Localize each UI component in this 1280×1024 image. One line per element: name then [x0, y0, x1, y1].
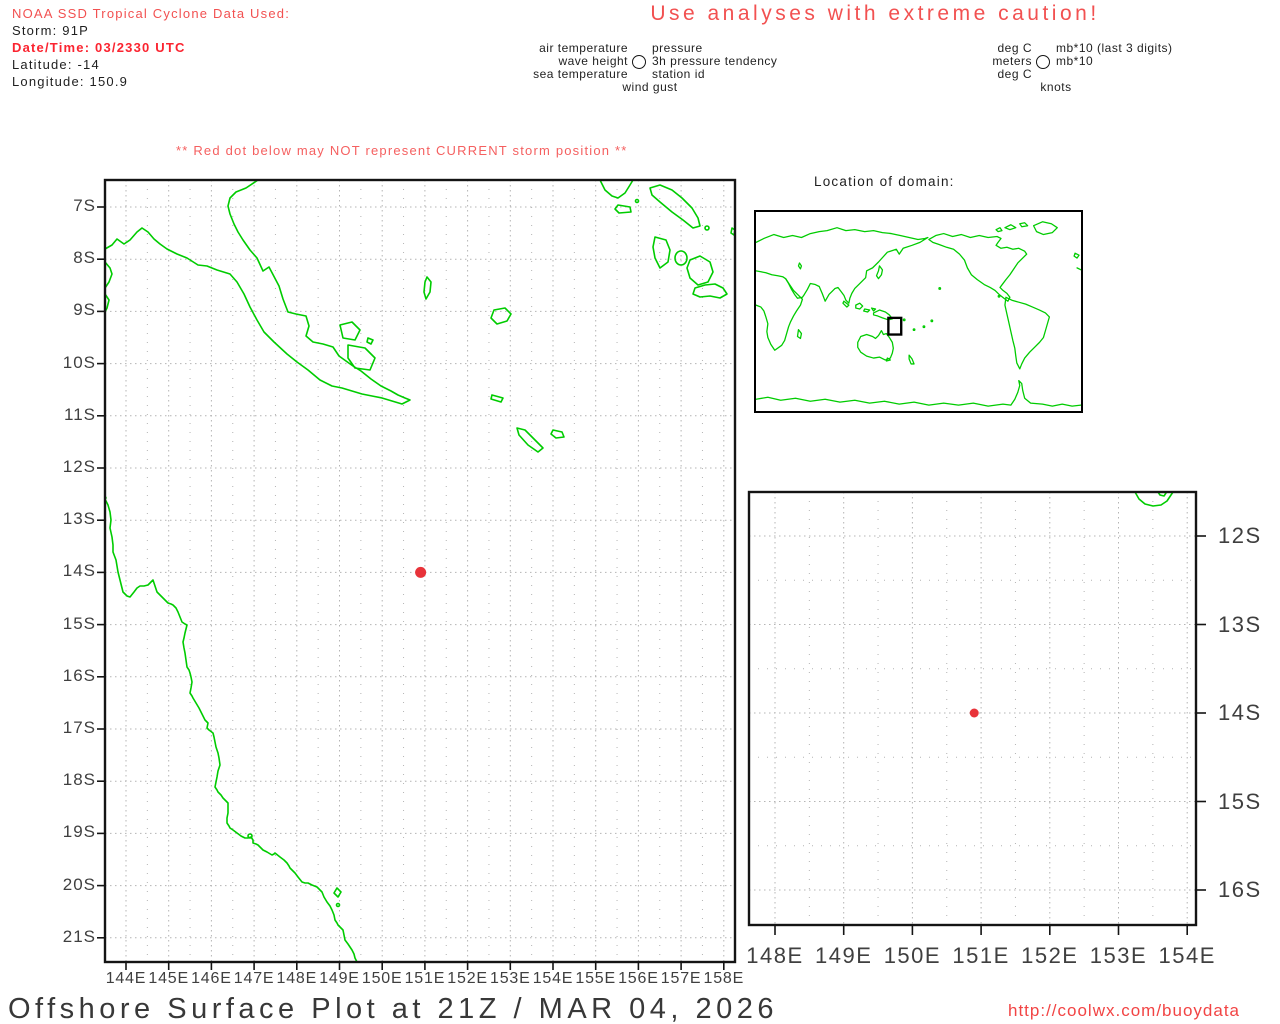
inset-map-title: Location of domain: [814, 174, 955, 189]
lat-tick-label: 21S [62, 926, 96, 946]
lat-tick-label: 7S [73, 196, 96, 215]
lat-tick-label: 10S [62, 352, 96, 372]
legend-unit-sea-temperature: deg C [997, 67, 1032, 81]
lat-tick-label: 20S [62, 874, 96, 894]
main-map [97, 178, 737, 970]
lat-tick-label: 13S [1218, 611, 1262, 637]
legend-station-id-label: station id [652, 67, 706, 81]
lon-tick-label: 150E [883, 943, 942, 968]
storm-datetime-label: Date/Time: 03/2330 UTC [12, 40, 186, 55]
lat-tick-label: 15S [62, 613, 96, 633]
storm-longitude-label: Longitude: 150.9 [12, 74, 129, 89]
legend-unit-pressure: mb*10 (last 3 digits) [1056, 41, 1173, 55]
lat-tick-label: 11S [64, 404, 96, 424]
legend-air-temperature-label: air temperature [539, 41, 628, 55]
lat-tick-label: 12S [62, 457, 96, 476]
lat-tick-label: 12S [1218, 523, 1262, 548]
lat-tick-label: 8S [73, 248, 96, 268]
lon-tick-label: 152E [1021, 943, 1079, 968]
lon-tick-label: 153E [1089, 943, 1148, 968]
zoom-map [747, 490, 1206, 935]
domain-location-box [887, 316, 903, 336]
lat-tick-label: 19S [62, 822, 96, 842]
lat-tick-label: 9S [73, 300, 96, 320]
world-coastlines [755, 221, 1082, 407]
legend-unit-air-temperature: deg C [997, 41, 1032, 55]
storm-id-label: Storm: 91P [12, 23, 90, 38]
lat-tick-label: 13S [62, 509, 96, 529]
lon-tick-label: 154E [1158, 943, 1216, 968]
legend-wave-height-label: wave height [558, 54, 628, 68]
lat-tick-label: 17S [62, 718, 96, 737]
gridlines [749, 492, 1196, 925]
storm-position-warning: ** Red dot below may NOT represent CURRE… [176, 143, 628, 158]
storm-latitude-label: Latitude: -14 [12, 57, 100, 72]
lat-tick-label: 14S [1218, 700, 1262, 725]
legend-wind-gust-label: wind gust [622, 80, 678, 94]
caution-banner: Use analyses with extreme caution! [650, 2, 1100, 25]
legend-unit-wave-height: meters [992, 54, 1032, 68]
lat-tick-label: 16S [1218, 877, 1262, 902]
source-url-link[interactable]: http://coolwx.com/buoydata [1008, 1001, 1240, 1021]
legend-unit-wind-gust: knots [1040, 80, 1072, 94]
lat-tick-label: 14S [62, 561, 96, 581]
page-title: Offshore Surface Plot at 21Z / MAR 04, 2… [8, 993, 779, 1024]
legend-pressure-label: pressure [652, 41, 703, 55]
lon-tick-label: 158E [703, 970, 745, 987]
zoom-map-coastlines [1134, 491, 1174, 507]
lon-tick-label: 148E [746, 943, 804, 968]
lon-tick-label: 151E [952, 943, 1010, 968]
legend-unit-pressure-tendency: mb*10 [1056, 54, 1094, 68]
storm-position-dot [969, 708, 979, 718]
lon-tick-label: 149E [814, 943, 873, 968]
station-circle-icon [1036, 55, 1050, 69]
storm-position-dot [415, 566, 427, 578]
station-circle-icon [632, 55, 646, 69]
world-inset-map [754, 210, 1083, 413]
legend-sea-temperature-label: sea temperature [533, 67, 628, 81]
legend-pressure-tendency-label: 3h pressure tendency [652, 54, 778, 68]
lat-tick-label: 16S [62, 665, 96, 685]
lat-tick-label: 15S [1218, 788, 1262, 814]
cyclone-data-source-label: NOAA SSD Tropical Cyclone Data Used: [12, 6, 291, 21]
lat-tick-label: 18S [62, 770, 96, 790]
offshore-surface-plot-page: NOAA SSD Tropical Cyclone Data Used: Sto… [0, 0, 1280, 1024]
